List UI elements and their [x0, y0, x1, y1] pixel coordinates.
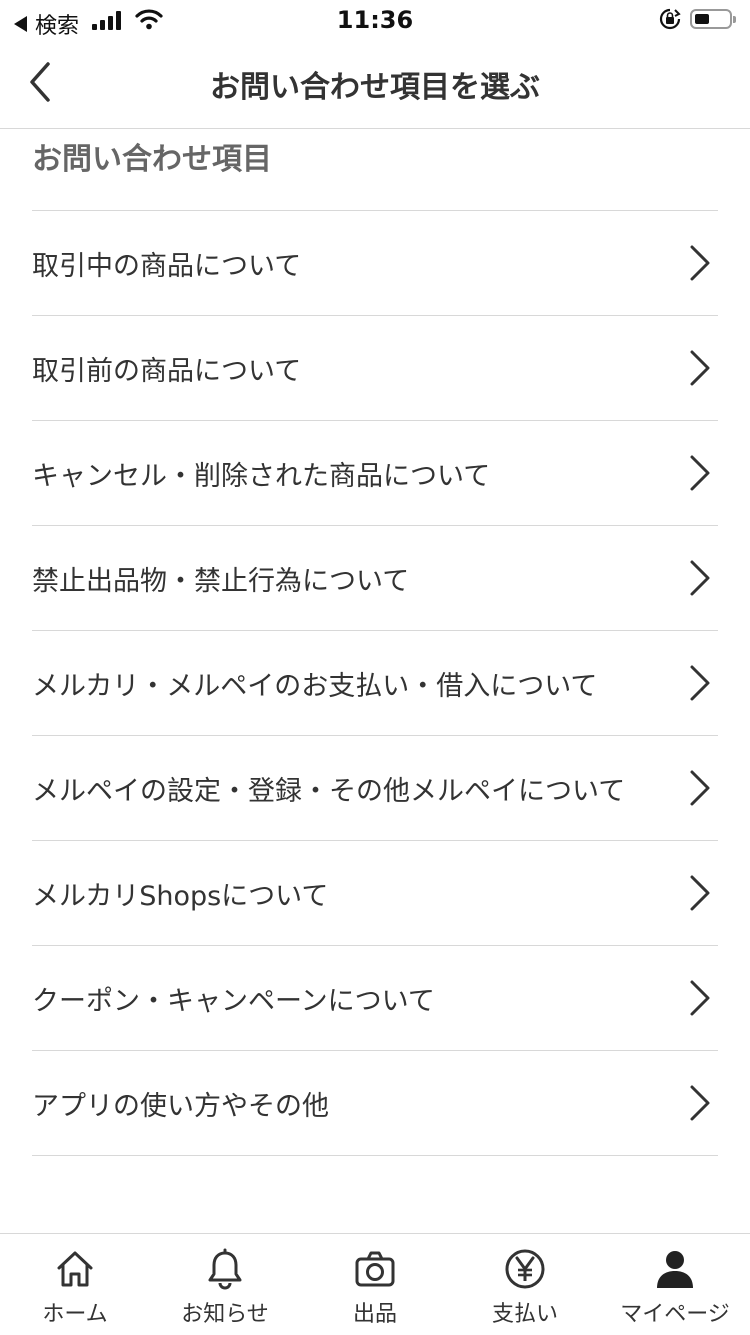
yen-icon [505, 1249, 545, 1289]
tab-home-label: ホーム [42, 1302, 108, 1327]
chevron-right-icon [690, 665, 710, 701]
chevron-right-icon [690, 875, 710, 911]
list-item[interactable]: クーポン・キャンペーンについて [32, 946, 718, 1051]
tab-home[interactable]: ホーム [0, 1234, 150, 1335]
status-time: 11:36 [336, 6, 414, 34]
list-item[interactable]: 取引前の商品について [32, 316, 718, 421]
tab-payment-label: 支払い [491, 1302, 558, 1327]
chevron-right-icon [690, 560, 710, 596]
chevron-right-icon [690, 770, 710, 806]
list-item[interactable]: メルカリShopsについて [32, 841, 718, 946]
list-item-label: 取引中の商品について [32, 250, 302, 282]
chevron-right-icon [690, 455, 710, 491]
status-bar: 検索 11:36 [0, 0, 750, 40]
chevron-right-icon [690, 1085, 710, 1121]
tab-listing-label: 出品 [352, 1302, 397, 1327]
camera-icon [355, 1251, 395, 1287]
page-title: お問い合わせ項目を選ぶ [210, 70, 540, 105]
tab-listing[interactable]: 出品 [300, 1234, 450, 1335]
section-title: お問い合わせ項目 [32, 142, 272, 177]
tab-notifications-label: お知らせ [181, 1302, 269, 1327]
list-item-label: 取引前の商品について [32, 355, 302, 387]
inquiry-list: 取引中の商品について 取引前の商品について キャンセル・削除された商品について … [32, 210, 718, 1156]
list-item-label: メルペイの設定・登録・その他メルペイについて [32, 775, 626, 807]
list-item[interactable]: 禁止出品物・禁止行為について [32, 526, 718, 631]
list-item-label: キャンセル・削除された商品について [32, 460, 491, 492]
chevron-right-icon [690, 980, 710, 1016]
home-icon [57, 1251, 93, 1287]
list-item[interactable]: アプリの使い方やその他 [32, 1051, 718, 1156]
tab-mypage-label: マイページ [620, 1302, 730, 1327]
chevron-right-icon [690, 350, 710, 386]
tab-notifications[interactable]: お知らせ [150, 1234, 300, 1335]
list-item[interactable]: キャンセル・削除された商品について [32, 421, 718, 526]
list-item[interactable]: メルペイの設定・登録・その他メルペイについて [32, 736, 718, 841]
rotation-lock-icon [659, 8, 681, 30]
bell-icon [208, 1248, 242, 1290]
bottom-tab-bar: ホーム お知らせ 出品 支払い マイページ [0, 1233, 750, 1335]
navigation-header: お問い合わせ項目を選ぶ [0, 40, 750, 129]
chevron-right-icon [690, 245, 710, 281]
list-item[interactable]: メルカリ・メルペイのお支払い・借入について [32, 631, 718, 736]
person-icon [657, 1251, 693, 1288]
list-item[interactable]: 取引中の商品について [32, 211, 718, 316]
list-item-label: クーポン・キャンペーンについて [32, 985, 435, 1017]
list-item-label: メルカリShopsについて [32, 880, 329, 912]
tab-payment[interactable]: 支払い [450, 1234, 600, 1335]
list-item-label: 禁止出品物・禁止行為について [32, 565, 410, 597]
tab-mypage[interactable]: マイページ [600, 1234, 750, 1335]
list-item-label: メルカリ・メルペイのお支払い・借入について [32, 670, 598, 702]
battery-icon [690, 9, 736, 29]
list-item-label: アプリの使い方やその他 [32, 1090, 329, 1122]
